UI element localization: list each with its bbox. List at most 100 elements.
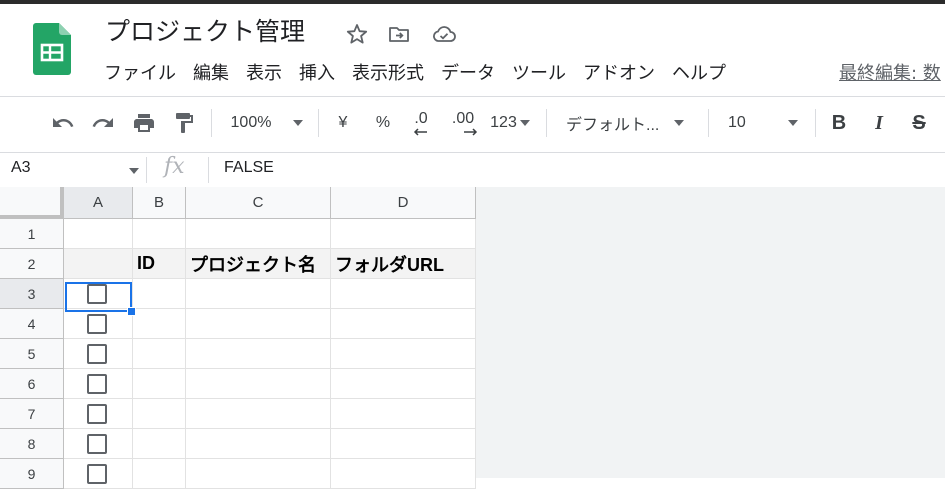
move-to-folder-icon[interactable] [387,22,411,46]
cell-a7[interactable] [64,399,133,429]
row-header-9[interactable]: 9 [0,459,64,489]
menu-addons[interactable]: アドオン [583,60,655,88]
menu-bar: ファイル 編集 表示 挿入 表示形式 データ ツール アドオン ヘルプ [104,60,743,88]
percent-format-button[interactable]: % [370,108,396,138]
menu-insert[interactable]: 挿入 [299,60,335,88]
cell-d9[interactable] [331,459,476,489]
cell-c9[interactable] [186,459,331,489]
column-header-c[interactable]: C [186,187,331,219]
menu-data[interactable]: データ [441,60,495,88]
currency-label: ¥ [338,114,348,131]
font-size-value: 10 [728,114,746,131]
checkbox[interactable] [87,314,107,334]
column-header-d[interactable]: D [331,187,476,219]
checkbox[interactable] [87,464,107,484]
cell-a9[interactable] [64,459,133,489]
cell-a8[interactable] [64,429,133,459]
more-formats-button[interactable]: 123 [486,108,534,138]
cell-b9[interactable] [133,459,186,489]
chevron-down-icon[interactable] [129,168,139,174]
cell-c4[interactable] [186,309,331,339]
number-format-label: 123 [490,114,517,131]
cell-c5[interactable] [186,339,331,369]
cell-b7[interactable] [133,399,186,429]
cell-a1[interactable] [64,219,133,249]
paint-format-icon[interactable] [169,108,199,138]
row-header-1[interactable]: 1 [0,219,64,249]
fx-icon: fx [164,154,185,179]
row-header-5[interactable]: 5 [0,339,64,369]
star-icon[interactable] [345,22,369,46]
row-header-8[interactable]: 8 [0,429,64,459]
menu-format[interactable]: 表示形式 [352,60,424,88]
cell-b3[interactable] [133,279,186,309]
document-title[interactable]: プロジェクト管理 [105,14,305,50]
checkbox[interactable] [87,434,107,454]
toolbar-divider [211,109,212,137]
toolbar-divider [318,109,319,137]
cell-b5[interactable] [133,339,186,369]
checkbox[interactable] [87,374,107,394]
sheets-logo-icon[interactable] [33,23,71,75]
cell-d7[interactable] [331,399,476,429]
cloud-saved-icon[interactable] [431,22,456,46]
menu-tools[interactable]: ツール [512,60,566,88]
menu-edit[interactable]: 編集 [193,60,229,88]
italic-button[interactable]: I [866,108,892,138]
cell-d3[interactable] [331,279,476,309]
column-header-a[interactable]: A [64,187,133,219]
cell-b2[interactable]: ID [133,249,186,279]
cell-c7[interactable] [186,399,331,429]
cell-a5[interactable] [64,339,133,369]
cell-a4[interactable] [64,309,133,339]
cell-a2[interactable] [64,249,133,279]
currency-format-button[interactable]: ¥ [330,108,356,138]
column-header-b[interactable]: B [133,187,186,219]
last-edit-link[interactable]: 最終編集: 数 [839,60,941,88]
sheet-grid: A B C D 1 2 ID プロジェクト名 フォルダURL 3 4 5 6 7 8 9 [0,187,945,489]
cell-b4[interactable] [133,309,186,339]
font-select[interactable]: デフォルト... [566,108,696,138]
row-header-3[interactable]: 3 [0,279,64,309]
cell-a3[interactable] [64,279,133,309]
checkbox[interactable] [87,284,107,304]
name-box[interactable]: A3 [11,159,31,177]
undo-icon[interactable] [48,108,78,138]
redo-icon[interactable] [88,108,118,138]
cell-b8[interactable] [133,429,186,459]
cell-a6[interactable] [64,369,133,399]
row-header-4[interactable]: 4 [0,309,64,339]
print-icon[interactable] [129,108,159,138]
checkbox[interactable] [87,344,107,364]
menu-file[interactable]: ファイル [104,60,176,88]
cell-d4[interactable] [331,309,476,339]
formula-input[interactable]: FALSE [224,159,274,177]
cell-d2[interactable]: フォルダURL [331,249,476,279]
cell-b6[interactable] [133,369,186,399]
zoom-value: 100% [230,114,272,131]
cell-c2[interactable]: プロジェクト名 [186,249,331,279]
cell-d5[interactable] [331,339,476,369]
row-header-2[interactable]: 2 [0,249,64,279]
cell-d8[interactable] [331,429,476,459]
menu-view[interactable]: 表示 [246,60,282,88]
cell-c8[interactable] [186,429,331,459]
bold-button[interactable]: B [826,108,852,138]
zoom-select[interactable]: 100% [226,108,308,138]
cell-c1[interactable] [186,219,331,249]
increase-decimal-button[interactable]: .00 [446,108,480,138]
row-header-6[interactable]: 6 [0,369,64,399]
checkbox[interactable] [87,404,107,424]
fill-handle[interactable] [127,307,136,316]
cell-d1[interactable] [331,219,476,249]
cell-c6[interactable] [186,369,331,399]
strikethrough-button[interactable]: S [906,108,932,138]
decrease-decimal-button[interactable]: .0 [406,108,436,138]
window-top-border [0,0,945,4]
cell-d6[interactable] [331,369,476,399]
font-size-select[interactable]: 10 [728,108,804,138]
menu-help[interactable]: ヘルプ [672,60,726,88]
row-header-7[interactable]: 7 [0,399,64,429]
cell-b1[interactable] [133,219,186,249]
cell-c3[interactable] [186,279,331,309]
